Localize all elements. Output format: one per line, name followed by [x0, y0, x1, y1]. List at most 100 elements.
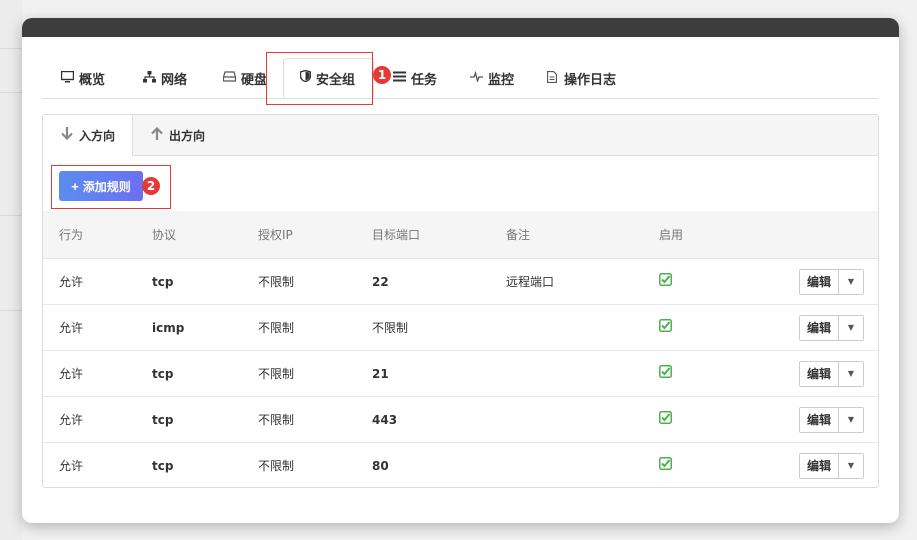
list-icon	[392, 71, 406, 85]
caret-down-icon: ▼	[847, 415, 855, 424]
cell-row-actions: 编辑 ▼	[759, 396, 878, 443]
modal-header	[22, 18, 899, 37]
cell-action: 允许	[43, 304, 136, 351]
table-row: 允许 tcp 不限制 21 编辑 ▼	[43, 350, 878, 397]
edit-button[interactable]: 编辑	[799, 315, 839, 340]
background-divider	[0, 215, 22, 216]
cell-ip: 不限制	[242, 350, 356, 397]
cell-action: 允许	[43, 258, 136, 305]
subtab-inbound[interactable]: 入方向	[43, 115, 133, 156]
column-header-actions	[759, 211, 878, 259]
direction-tabs: 入方向 出方向	[43, 115, 878, 156]
edit-button-group: 编辑 ▼	[798, 360, 864, 387]
cell-enabled	[643, 304, 759, 351]
edit-button-group: 编辑 ▼	[798, 406, 864, 433]
cell-protocol: tcp	[136, 396, 242, 443]
server-detail-modal: 概览 网络 硬盘 安全组 任务 监控 操作日志 1 入方向 出方向 + 添加规则…	[22, 18, 899, 523]
column-header-action: 行为	[43, 211, 136, 259]
edit-dropdown-toggle[interactable]: ▼	[839, 407, 863, 432]
disk-icon	[222, 71, 236, 85]
cell-ip: 不限制	[242, 304, 356, 351]
caret-down-icon: ▼	[847, 369, 855, 378]
caret-down-icon: ▼	[847, 277, 855, 286]
tab-network[interactable]: 网络	[142, 68, 187, 88]
cell-protocol: tcp	[152, 458, 174, 473]
edit-button[interactable]: 编辑	[799, 269, 839, 294]
edit-dropdown-toggle[interactable]: ▼	[839, 453, 863, 478]
checkbox-checked-icon	[659, 273, 672, 290]
cell-ip: 不限制	[242, 258, 356, 305]
column-header-note: 备注	[490, 211, 643, 259]
cell-ip: 不限制	[242, 396, 356, 443]
network-icon	[142, 70, 156, 86]
monitor-icon	[60, 70, 74, 86]
rules-table: 行为 协议 授权IP 目标端口 备注 启用 允许 tcp 不限制 22 远程端口 编辑 ▼ 允…	[43, 211, 878, 488]
caret-down-icon: ▼	[847, 323, 855, 332]
table-row: 允许 icmp 不限制 不限制 编辑 ▼	[43, 304, 878, 351]
tab-operation-log[interactable]: 操作日志	[545, 68, 616, 88]
cell-port: 不限制	[356, 304, 490, 351]
tab-monitor[interactable]: 监控	[469, 68, 514, 88]
edit-dropdown-toggle[interactable]: ▼	[839, 361, 863, 386]
annotation-box-1	[266, 52, 373, 105]
column-header-ip: 授权IP	[242, 211, 356, 259]
cell-port: 21	[356, 350, 490, 397]
arrow-up-icon	[151, 126, 163, 144]
cell-enabled	[643, 350, 759, 397]
annotation-badge-1: 1	[373, 66, 391, 84]
column-header-protocol: 协议	[136, 211, 242, 259]
background-divider	[0, 92, 22, 93]
cell-protocol: tcp	[136, 258, 242, 305]
cell-row-actions: 编辑 ▼	[759, 304, 878, 351]
cell-protocol: tcp	[136, 350, 242, 397]
cell-port: 443	[356, 396, 490, 443]
cell-row-actions: 编辑 ▼	[759, 258, 878, 305]
edit-button[interactable]: 编辑	[799, 453, 839, 478]
document-icon	[545, 70, 559, 86]
cell-enabled	[643, 258, 759, 305]
table-row: 允许 tcp 不限制 22 远程端口 编辑 ▼	[43, 258, 878, 305]
subtab-outbound[interactable]: 出方向	[151, 115, 205, 155]
cell-protocol: icmp	[136, 304, 242, 351]
cell-action: 允许	[43, 396, 136, 443]
column-header-port: 目标端口	[356, 211, 490, 259]
cell-note: 远程端口	[490, 258, 643, 305]
arrow-down-icon	[61, 127, 73, 144]
cell-note	[490, 304, 643, 351]
annotation-badge-2: 2	[142, 177, 160, 195]
edit-button[interactable]: 编辑	[799, 361, 839, 386]
cell-note	[490, 350, 643, 397]
edit-button-group: 编辑 ▼	[798, 268, 864, 295]
column-header-enabled: 启用	[643, 211, 759, 259]
pulse-icon	[469, 70, 483, 85]
checkbox-checked-icon	[659, 365, 672, 382]
cell-port: 22	[356, 258, 490, 305]
tab-disk[interactable]: 硬盘	[222, 68, 267, 88]
cell-enabled	[643, 443, 759, 488]
edit-dropdown-toggle[interactable]: ▼	[839, 269, 863, 294]
cell-note	[490, 443, 643, 488]
edit-button-group: 编辑 ▼	[798, 452, 864, 479]
edit-dropdown-toggle[interactable]: ▼	[839, 315, 863, 340]
checkbox-checked-icon	[659, 457, 672, 474]
cell-row-actions: 编辑 ▼	[759, 350, 878, 397]
tab-overview[interactable]: 概览	[60, 68, 105, 88]
checkbox-checked-icon	[659, 411, 672, 428]
edit-button[interactable]: 编辑	[799, 407, 839, 432]
detail-tabs: 概览 网络 硬盘 安全组 任务 监控 操作日志	[42, 58, 878, 99]
cell-action: 允许	[43, 350, 136, 397]
cell-enabled	[643, 396, 759, 443]
cell-port: 80	[372, 458, 389, 473]
background-divider	[0, 310, 22, 311]
table-row: 允许 tcp 不限制 443 编辑 ▼	[43, 396, 878, 443]
checkbox-checked-icon	[659, 319, 672, 336]
table-row: 允许 tcp 不限制 80 编辑 ▼	[43, 443, 878, 488]
edit-button-group: 编辑 ▼	[798, 314, 864, 341]
cell-action: 允许	[59, 459, 84, 473]
background-divider	[0, 48, 22, 49]
table-header-row: 行为 协议 授权IP 目标端口 备注 启用	[43, 211, 878, 259]
background-page	[0, 0, 22, 540]
tab-tasks[interactable]: 任务	[392, 68, 437, 88]
cell-row-actions: 编辑 ▼	[759, 443, 878, 488]
cell-ip: 不限制	[258, 459, 295, 473]
